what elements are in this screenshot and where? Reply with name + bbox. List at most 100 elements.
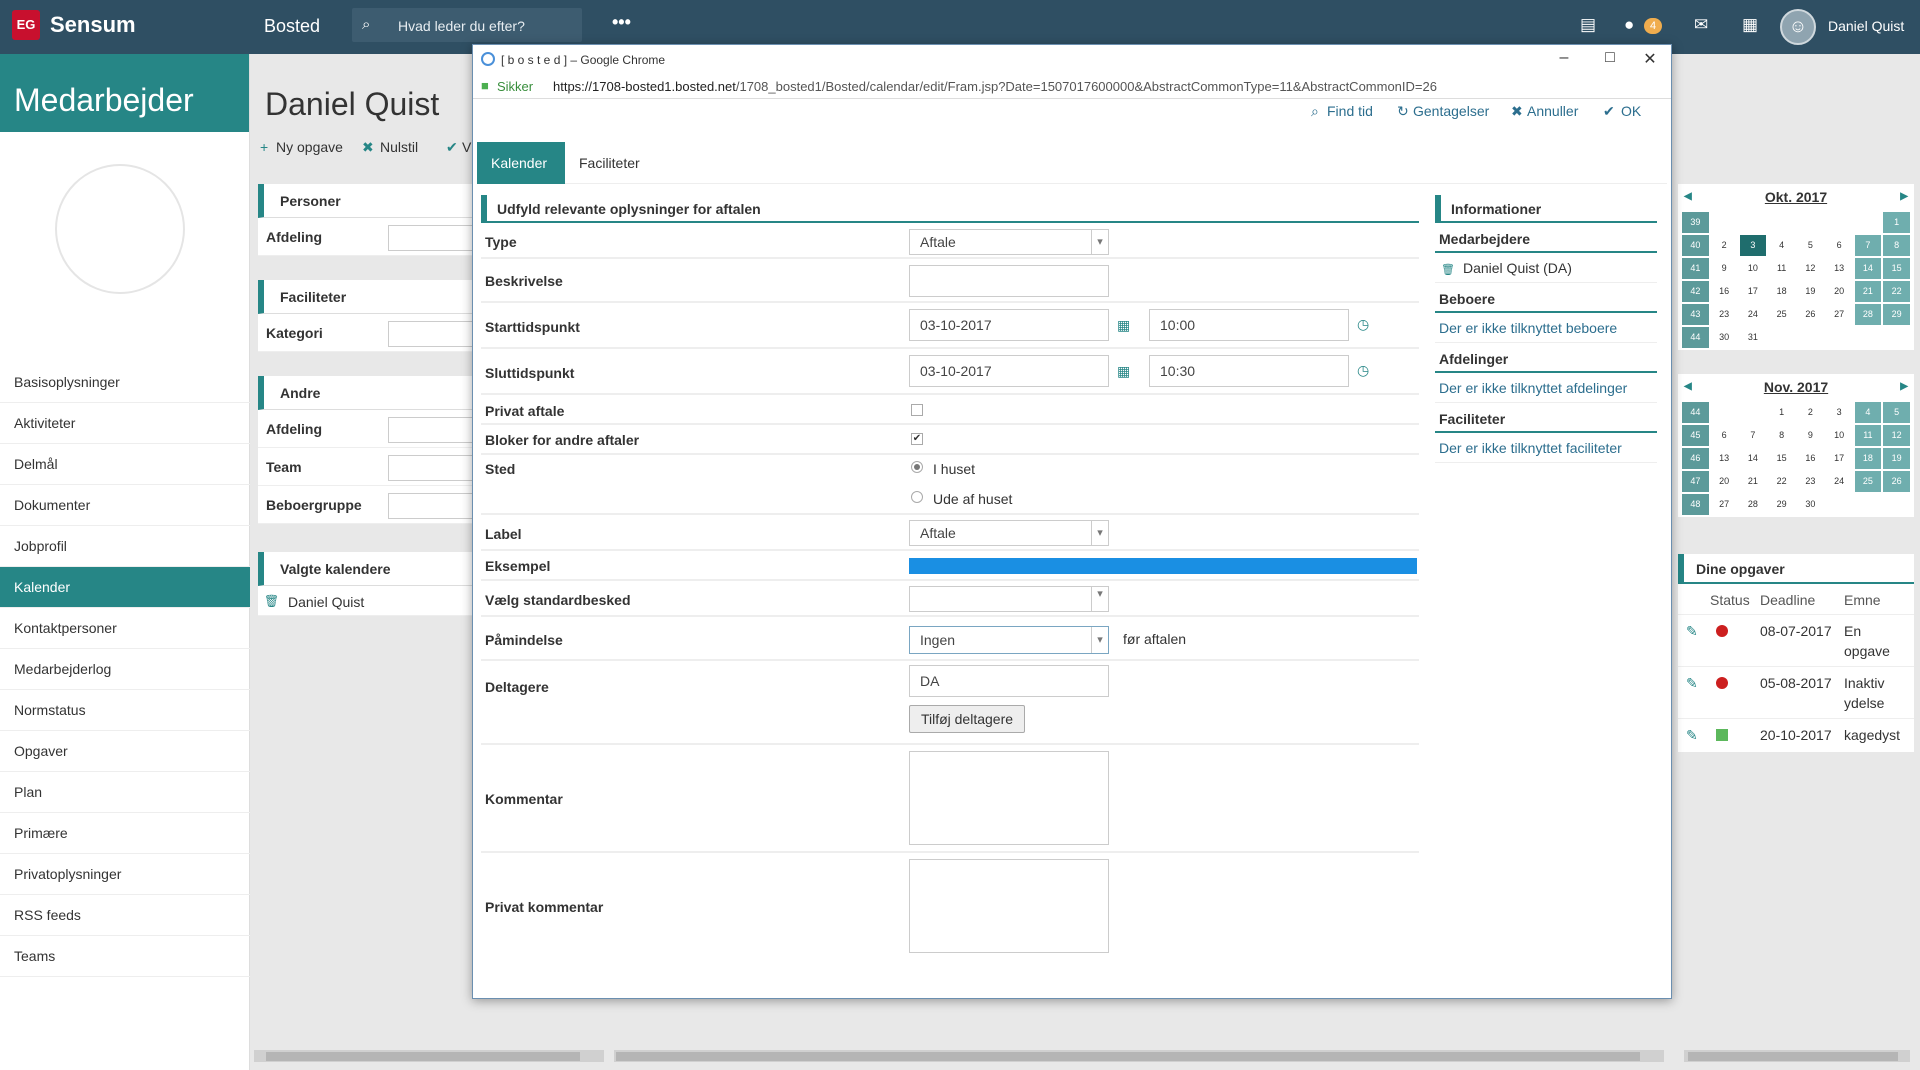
calendar-day[interactable]: 27 <box>1826 304 1853 325</box>
sidebar-item[interactable]: RSS feeds <box>0 895 250 936</box>
calendar-icon[interactable]: ▦ <box>1117 363 1130 380</box>
calendar-day[interactable]: 27 <box>1711 494 1738 515</box>
calendar-day[interactable]: 28 <box>1854 304 1882 325</box>
calendar-day[interactable]: 23 <box>1797 471 1824 492</box>
slut-date-input[interactable]: 03-10-2017 <box>909 355 1109 387</box>
calendar-day[interactable]: 8 <box>1768 425 1795 446</box>
sidebar-item[interactable]: Aktiviteter <box>0 403 250 444</box>
calendar-day[interactable]: 30 <box>1797 494 1824 515</box>
edit-icon[interactable]: ✎ <box>1686 675 1698 692</box>
calendar-day[interactable]: 10 <box>1740 258 1767 279</box>
ok-button[interactable]: OK <box>1621 103 1641 119</box>
close-icon[interactable]: ✕ <box>1635 49 1665 69</box>
calendar-day[interactable]: 7 <box>1740 425 1767 446</box>
context-label[interactable]: Bosted <box>264 16 320 37</box>
calendar-month[interactable]: ◀ Okt. 2017 ▶ <box>1678 184 1914 210</box>
calendar-day[interactable]: 29 <box>1883 304 1910 325</box>
tab-kalender[interactable]: Kalender <box>477 142 565 184</box>
username[interactable]: Daniel Quist <box>1828 18 1904 34</box>
add-participant-button[interactable]: Tilføj deltagere <box>909 705 1025 733</box>
calendar-icon[interactable]: ▦ <box>1117 317 1130 334</box>
calendar-day[interactable]: 14 <box>1740 448 1767 469</box>
calendar-day[interactable]: 7 <box>1854 235 1882 256</box>
calendar-day[interactable]: 4 <box>1854 402 1882 423</box>
privat-kommentar-textarea[interactable] <box>909 859 1109 953</box>
next-month-icon[interactable]: ▶ <box>1900 184 1908 210</box>
col-emne[interactable]: Emne <box>1844 592 1881 608</box>
calendar-day[interactable]: 25 <box>1854 471 1882 492</box>
sidebar-item[interactable]: Jobprofil <box>0 526 250 567</box>
calendar-day[interactable]: 16 <box>1797 448 1824 469</box>
new-task-button[interactable]: Ny opgave <box>276 139 343 155</box>
bloker-checkbox[interactable]: ✔ <box>911 433 923 445</box>
calendar-day[interactable]: 31 <box>1740 327 1767 348</box>
calendar-day[interactable]: 17 <box>1826 448 1853 469</box>
sidebar-item[interactable]: Basisoplysninger <box>0 362 250 403</box>
calendar-day[interactable]: 5 <box>1883 402 1910 423</box>
calendar-day[interactable]: 4 <box>1768 235 1795 256</box>
scrollbar-thumb[interactable] <box>1688 1052 1898 1061</box>
month-label[interactable]: Nov. 2017 <box>1764 379 1828 395</box>
calendar-day[interactable]: 25 <box>1768 304 1795 325</box>
reset-button[interactable]: Nulstil <box>380 139 418 155</box>
label-select[interactable]: Aftale <box>909 520 1109 546</box>
calendar-day[interactable]: 28 <box>1740 494 1767 515</box>
calendar-day[interactable]: 1 <box>1883 212 1910 233</box>
deltagere-input[interactable]: DA <box>909 665 1109 697</box>
calendar-day[interactable]: 5 <box>1797 235 1824 256</box>
edit-icon[interactable]: ✎ <box>1686 623 1698 640</box>
tab-faciliteter[interactable]: Faciliteter <box>565 142 654 184</box>
calendar-month[interactable]: ◀ Nov. 2017 ▶ <box>1678 374 1914 400</box>
calendar-icon[interactable]: ▦ <box>1742 15 1758 35</box>
team-input[interactable] <box>388 455 478 481</box>
scrollbar-thumb[interactable] <box>266 1052 580 1061</box>
document-icon[interactable]: ▤ <box>1580 15 1596 35</box>
calendar-day[interactable]: 18 <box>1768 281 1795 302</box>
maximize-icon[interactable]: □ <box>1595 49 1625 67</box>
calendar-day[interactable]: 26 <box>1883 471 1910 492</box>
calendar-day[interactable]: 23 <box>1711 304 1738 325</box>
calendar-day[interactable]: 21 <box>1854 281 1882 302</box>
trash-icon[interactable]: 🗑 <box>264 594 279 608</box>
sidebar-item[interactable]: Primære <box>0 813 250 854</box>
sidebar-item[interactable]: Normstatus <box>0 690 250 731</box>
calendar-day[interactable]: 12 <box>1797 258 1824 279</box>
beboergruppe-input[interactable] <box>388 493 478 519</box>
calendar-day[interactable]: 9 <box>1711 258 1738 279</box>
standard-select[interactable] <box>909 586 1109 612</box>
chat-icon[interactable]: ● <box>1624 15 1634 35</box>
sidebar-item[interactable]: Kontaktpersoner <box>0 608 250 649</box>
afdeling-input[interactable] <box>388 417 478 443</box>
calendar-day[interactable]: 8 <box>1883 235 1910 256</box>
sted-radio-i-huset[interactable] <box>911 461 923 473</box>
minimize-icon[interactable]: – <box>1549 49 1579 67</box>
calendar-day[interactable]: 24 <box>1826 471 1853 492</box>
calendar-day[interactable]: 22 <box>1883 281 1910 302</box>
task-row[interactable]: ✎ 05-08-2017 Inaktiv ydelse <box>1678 666 1914 718</box>
calendar-day[interactable]: 2 <box>1797 402 1824 423</box>
calendar-day[interactable]: 17 <box>1740 281 1767 302</box>
calendar-day[interactable]: 26 <box>1797 304 1824 325</box>
start-time-input[interactable]: 10:00 <box>1149 309 1349 341</box>
calendar-day[interactable]: 3 <box>1739 235 1767 256</box>
calendar-day[interactable]: 9 <box>1797 425 1824 446</box>
calendar-day[interactable]: 15 <box>1883 258 1910 279</box>
sidebar-item[interactable]: Teams <box>0 936 250 977</box>
task-row[interactable]: ✎ 20-10-2017 kagedyst <box>1678 718 1914 752</box>
task-row[interactable]: ✎ 08-07-2017 En opgave <box>1678 614 1914 666</box>
calendar-day[interactable]: 2 <box>1711 235 1738 256</box>
calendar-day[interactable]: 16 <box>1711 281 1738 302</box>
edit-icon[interactable]: ✎ <box>1686 727 1698 744</box>
kategori-input[interactable] <box>388 321 478 347</box>
scrollbar-thumb[interactable] <box>616 1052 1640 1061</box>
calendar-day[interactable]: 24 <box>1740 304 1767 325</box>
calendar-day[interactable]: 21 <box>1740 471 1767 492</box>
avatar[interactable]: ☺ <box>1780 9 1816 45</box>
calendar-day[interactable]: 14 <box>1854 258 1882 279</box>
privat-checkbox[interactable] <box>911 404 923 416</box>
calendar-day[interactable]: 19 <box>1797 281 1824 302</box>
search-box[interactable]: ⌕ Hvad leder du efter? <box>352 8 582 42</box>
calendar-day[interactable]: 18 <box>1854 448 1882 469</box>
more-menu-icon[interactable]: ••• <box>612 12 631 33</box>
prev-month-icon[interactable]: ◀ <box>1684 374 1692 400</box>
